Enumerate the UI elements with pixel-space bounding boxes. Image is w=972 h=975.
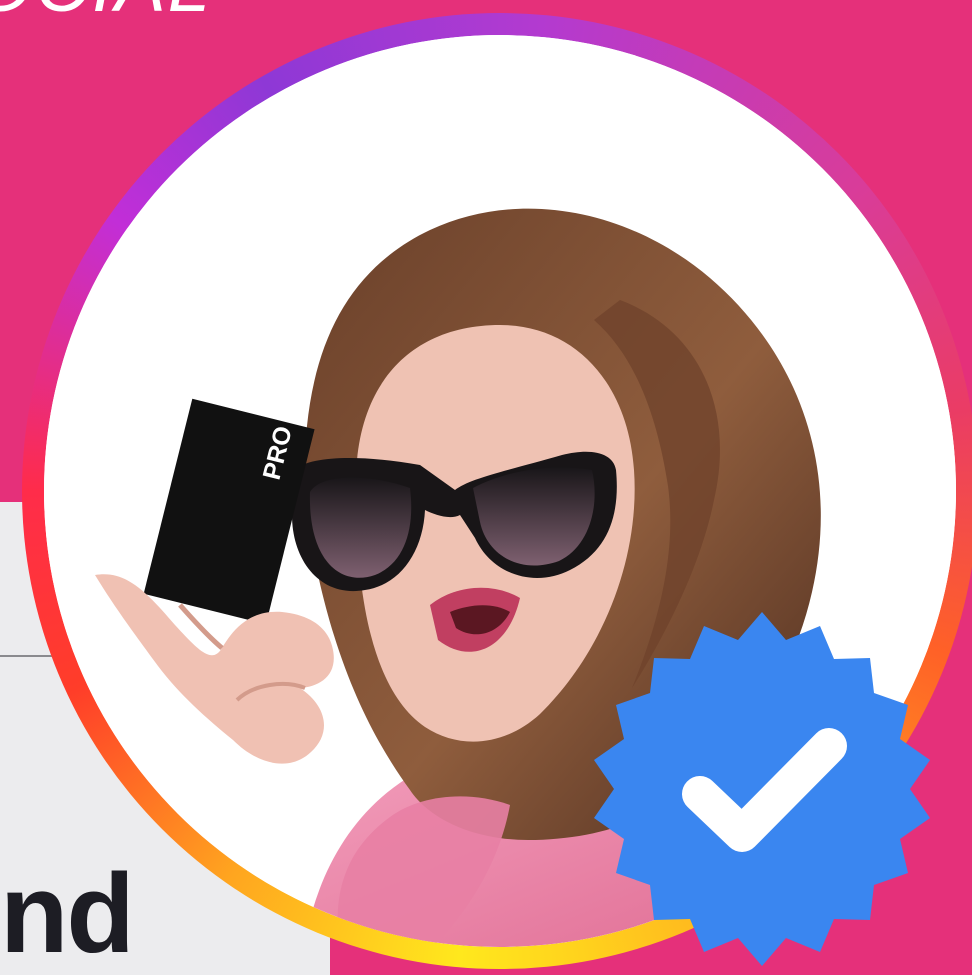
verified-badge	[594, 612, 930, 966]
profile-promo-canvas: OCIAL nd	[0, 0, 972, 975]
